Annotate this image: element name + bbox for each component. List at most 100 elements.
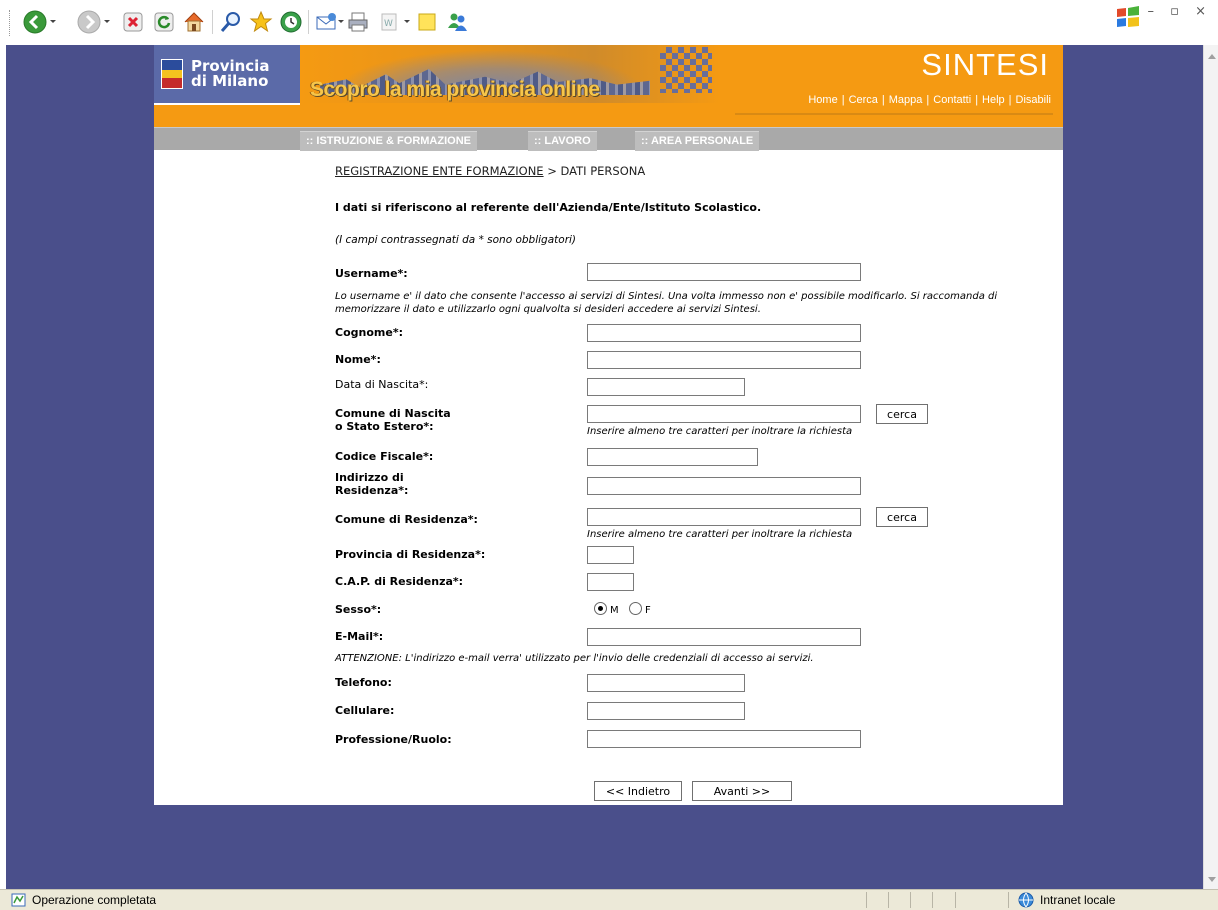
logo-line-2: di Milano <box>191 72 269 90</box>
provincia-label: Provincia di Residenza*: <box>335 548 486 561</box>
mail-icon[interactable] <box>313 9 339 35</box>
cerca-comune-nascita-button[interactable]: cerca <box>876 404 928 424</box>
back-button[interactable]: << Indietro <box>594 781 682 801</box>
data-nascita-input[interactable] <box>587 378 745 396</box>
indirizzo-label: Indirizzo di Residenza*: <box>335 471 408 497</box>
username-label: Username*: <box>335 267 408 280</box>
tab-istruzione-formazione[interactable]: :: ISTRUZIONE & FORMAZIONE <box>300 131 477 151</box>
svg-text:W: W <box>384 19 393 29</box>
link-separator: | <box>975 94 979 106</box>
stop-icon[interactable] <box>120 9 146 35</box>
header-rule <box>154 103 300 105</box>
print-icon[interactable] <box>345 9 371 35</box>
codice-fiscale-input[interactable] <box>587 448 758 466</box>
forward-dropdown-icon[interactable] <box>104 18 111 25</box>
indirizzo-label-line-2: Residenza*: <box>335 484 409 497</box>
username-help: Lo username e' il dato che consente l'ac… <box>335 291 998 315</box>
home-icon[interactable] <box>181 9 207 35</box>
comune-nascita-help: Inserire almeno tre caratteri per inoltr… <box>587 426 853 437</box>
forward-icon[interactable] <box>76 9 102 35</box>
scroll-down-icon[interactable] <box>1208 877 1216 882</box>
status-text: Operazione completata <box>32 893 157 907</box>
browser-toolbar: W – ▫ × <box>0 0 1218 45</box>
vertical-scrollbar[interactable] <box>1203 45 1218 889</box>
link-help[interactable]: Help <box>982 94 1005 106</box>
form-intro: I dati si riferiscono al referente dell'… <box>335 201 762 214</box>
sesso-f-radio[interactable] <box>629 602 642 615</box>
browser-viewport: Provincia di Milano Scopro la mia provin… <box>6 45 1203 889</box>
telefono-input[interactable] <box>587 674 745 692</box>
scroll-up-icon[interactable] <box>1208 54 1216 59</box>
link-cerca[interactable]: Cerca <box>849 94 878 106</box>
professione-input[interactable] <box>587 730 861 748</box>
intranet-zone-icon <box>1016 892 1036 908</box>
required-note: (I campi contrassegnati da * sono obblig… <box>335 234 577 246</box>
top-links: Home | Cerca | Mappa | Contatti | Help | Disabili <box>808 94 1051 106</box>
search-icon[interactable] <box>218 9 244 35</box>
data-nascita-label: Data di Nascita*: <box>335 378 429 391</box>
status-divider <box>866 892 867 908</box>
status-divider <box>955 892 956 908</box>
link-separator: | <box>1008 94 1012 106</box>
status-divider <box>1008 892 1009 908</box>
site-header: Provincia di Milano Scopro la mia provin… <box>154 45 1063 127</box>
notes-icon[interactable] <box>414 9 440 35</box>
comune-nascita-input[interactable] <box>587 405 861 423</box>
banner-title: Scopro la mia provincia online <box>310 78 600 101</box>
indirizzo-label-line-1: Indirizzo di <box>335 471 404 484</box>
history-icon[interactable] <box>278 9 304 35</box>
tab-lavoro[interactable]: :: LAVORO <box>528 131 597 151</box>
email-label: E-Mail*: <box>335 630 384 643</box>
username-input[interactable] <box>587 263 861 281</box>
provincia-logo[interactable]: Provincia di Milano <box>154 45 300 103</box>
refresh-icon[interactable] <box>151 9 177 35</box>
edit-dropdown-icon[interactable] <box>404 18 411 25</box>
brand-title: SINTESI <box>921 47 1049 82</box>
breadcrumb-link[interactable]: REGISTRAZIONE ENTE FORMAZIONE <box>335 164 544 178</box>
sesso-label: Sesso*: <box>335 603 382 616</box>
status-bar: Operazione completata Intranet locale <box>0 889 1218 910</box>
link-contatti[interactable]: Contatti <box>933 94 971 106</box>
back-icon[interactable] <box>22 9 48 35</box>
mail-dropdown-icon[interactable] <box>338 18 345 25</box>
cerca-comune-residenza-button[interactable]: cerca <box>876 507 928 527</box>
comune-residenza-label: Comune di Residenza*: <box>335 513 478 526</box>
email-input[interactable] <box>587 628 861 646</box>
logo-text: Provincia di Milano <box>191 59 269 89</box>
banner-checker-pattern <box>660 47 712 93</box>
cap-input[interactable] <box>587 573 634 591</box>
messenger-icon[interactable] <box>444 9 470 35</box>
cognome-input[interactable] <box>587 324 861 342</box>
tab-area-personale[interactable]: :: AREA PERSONALE <box>635 131 760 151</box>
next-button[interactable]: Avanti >> <box>692 781 792 801</box>
sesso-m-label: M <box>610 605 619 616</box>
favorites-icon[interactable] <box>248 9 274 35</box>
comune-residenza-input[interactable] <box>587 508 861 526</box>
nome-label: Nome*: <box>335 353 381 366</box>
cognome-label: Cognome*: <box>335 326 403 339</box>
toolbar-separator <box>308 10 309 34</box>
indirizzo-input[interactable] <box>587 477 861 495</box>
cellulare-label: Cellulare: <box>335 704 395 717</box>
zone-text: Intranet locale <box>1040 893 1116 907</box>
sesso-m-radio[interactable] <box>594 602 607 615</box>
link-disabili[interactable]: Disabili <box>1016 94 1051 106</box>
provincia-input[interactable] <box>587 546 634 564</box>
status-divider <box>932 892 933 908</box>
link-home[interactable]: Home <box>808 94 837 106</box>
link-mappa[interactable]: Mappa <box>889 94 923 106</box>
edit-icon[interactable]: W <box>376 9 402 35</box>
banner-image: Scopro la mia provincia online <box>300 45 720 103</box>
back-dropdown-icon[interactable] <box>50 18 57 25</box>
sesso-f-label: F <box>645 605 651 616</box>
crest-icon <box>161 59 183 89</box>
email-warning: ATTENZIONE: L'indirizzo e-mail verra' ut… <box>335 653 814 664</box>
codice-fiscale-label: Codice Fiscale*: <box>335 450 434 463</box>
nome-input[interactable] <box>587 351 861 369</box>
status-divider <box>910 892 911 908</box>
cellulare-input[interactable] <box>587 702 745 720</box>
comune-nascita-label: Comune di Nascita o Stato Estero*: <box>335 407 451 433</box>
site-page: Provincia di Milano Scopro la mia provin… <box>154 45 1063 805</box>
link-separator: | <box>881 94 885 106</box>
window-controls[interactable]: – ▫ × <box>1148 4 1212 19</box>
